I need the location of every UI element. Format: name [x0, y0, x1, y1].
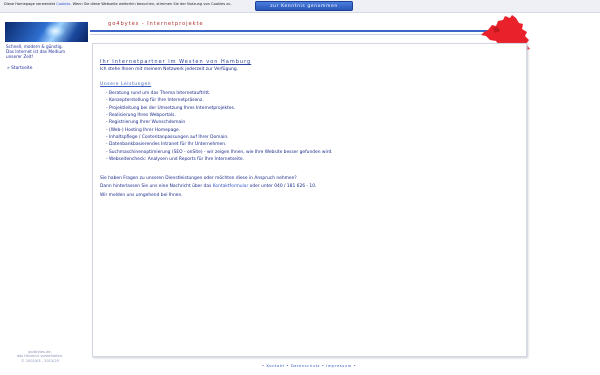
cookie-notice-text: Diese Homepage verwendet Cookies. Wenn S…	[4, 2, 232, 6]
header-divider	[90, 30, 495, 32]
list-item: - Projektleitung bei der Umsetzung Ihres…	[106, 105, 236, 111]
cookie-bar: Diese Homepage verwendet Cookies. Wenn S…	[0, 0, 600, 13]
footer-link-kontakt[interactable]: Kontakt	[266, 363, 284, 368]
footer-sep: •	[262, 363, 265, 368]
sidebar-footer: go4bytes.de, das Hinzblur vorbehalten. ©…	[10, 350, 70, 363]
banner-glow	[45, 24, 65, 38]
footer-link-datenschutz[interactable]: Datenschutz	[291, 363, 320, 368]
services-list: - Beratung rund um das Thema Internetauf…	[106, 90, 333, 163]
footer-nav: • Kontakt • Datenschutz • Impressum •	[262, 363, 356, 368]
closing-text: Wir melden uns umgehend bei Ihnen.	[100, 193, 183, 198]
cookie-text-after: . Wenn Sie diese Webseite weiterhin besu…	[70, 2, 232, 6]
contact-form-link[interactable]: Kontaktformular	[213, 184, 249, 189]
question-text: Sie haben Fragen zu unseren Dienstleistu…	[100, 176, 297, 181]
accept-cookies-button[interactable]: zur Kenntnis genommen	[255, 1, 353, 11]
page-headline: Ihr Internetpartner im Westen von Hambur…	[100, 59, 252, 65]
list-item: - Beratung rund um das Thema Internetauf…	[106, 91, 211, 96]
cookies-link[interactable]: Cookies	[56, 2, 70, 6]
footer-link-impressum[interactable]: Impressum	[326, 363, 352, 368]
footer-sep: •	[353, 363, 357, 368]
tagline-line: unserer Zeit!	[6, 54, 34, 59]
list-item: - Inhaltspflege / Contentanpassungen auf…	[106, 135, 229, 141]
list-item: - Suchmaschinenoptimierung (SEO - onSite…	[106, 149, 333, 155]
list-item: - Registrierung Ihrer Wunschdomain	[106, 120, 186, 126]
list-item: - Realisierung Ihres Webportals.	[106, 113, 176, 119]
footer-line: © 2002/03 - 2013/25	[20, 358, 60, 363]
contact-text-before: Dann hinterlassen Sie uns eine Nachricht…	[100, 184, 213, 189]
intro-text: Ich stehe Ihnen mit meinem Netzwerk jede…	[100, 67, 239, 72]
cookie-text-before: Diese Homepage verwendet	[4, 2, 57, 6]
list-item: - Datenbankbasierendes Intranet für Ihr …	[106, 142, 227, 148]
list-item: - (Web-) Hosting Ihrer Homepage.	[106, 127, 181, 133]
footer-sep: •	[321, 363, 325, 368]
footer-sep: •	[286, 363, 289, 368]
contact-text: Dann hinterlassen Sie uns eine Nachricht…	[100, 184, 316, 189]
sidebar-banner-image	[5, 22, 88, 42]
sidebar-item-startseite[interactable]: » Startseite	[7, 66, 32, 71]
header-divider-thin	[90, 34, 495, 35]
site-title: go4bytes - Internetprojekte	[108, 21, 204, 27]
services-heading: Unsere Leistungen	[100, 82, 152, 87]
sidebar-tagline: Schnell, modern & günstig. Das Internet …	[6, 44, 90, 59]
list-item: - Konzepterstellung für Ihre Internetprä…	[106, 98, 204, 104]
list-item: - Webseitencheck: Analysen und Reports f…	[106, 157, 245, 163]
contact-text-after: oder unter 040 / 181 626 - 10.	[248, 184, 317, 189]
